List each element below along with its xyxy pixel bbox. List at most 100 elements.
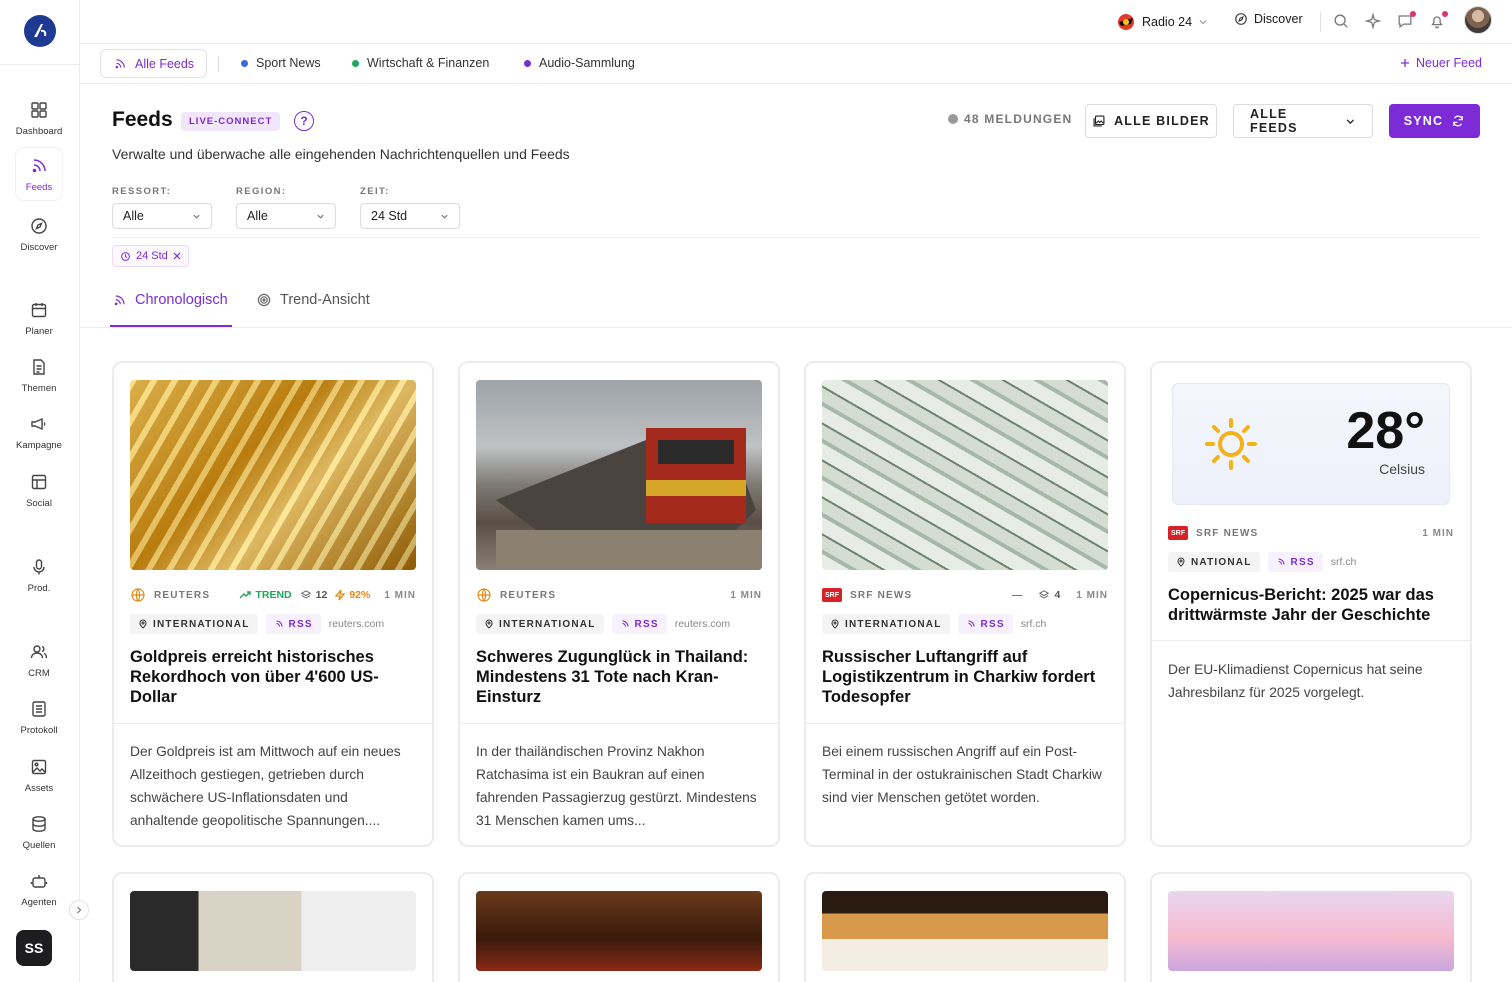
sidebar-item-social[interactable]: Social [16,464,62,518]
top-bar: Radio 24 Discover [80,0,1512,44]
live-connect-badge: LIVE-CONNECT [181,112,281,131]
chevron-down-icon [193,214,200,219]
type-label: RSS [634,618,659,630]
ressort-select[interactable]: Alle [112,203,212,229]
ressort-label: RESSORT: [112,186,172,197]
app-logo[interactable] [24,15,56,47]
discover-label: Discover [1254,12,1303,26]
layout-icon [31,474,47,490]
score-value: 92% [349,589,371,601]
source-name: REUTERS [154,589,211,601]
feed-tabs-bar: Alle Feeds Sport News Wirtschaft & Finan… [80,44,1512,84]
sidebar-item-planer[interactable]: Planer [16,292,62,346]
all-images-button[interactable]: ALLE BILDER [1085,104,1217,138]
feed-tab-audio-sammlung[interactable]: Audio-Sammlung [524,56,635,70]
type-label: RSS [980,618,1005,630]
card-title[interactable]: Russischer Luftangriff auf Logistikzentr… [822,647,1108,707]
station-switcher[interactable]: Radio 24 [1116,12,1208,32]
feed-tab-all[interactable]: Alle Feeds [100,49,208,78]
sidebar-item-label: Kampagne [16,440,62,451]
globe-icon [131,588,145,602]
active-filter-chip[interactable]: 24 Std [112,245,189,267]
chevron-down-icon [1346,118,1355,124]
new-feed-label: Neuer Feed [1415,56,1482,70]
megaphone-icon [31,417,46,431]
card-tags: INTERNATIONAL RSS srf.ch [822,614,1046,634]
region-tag: INTERNATIONAL [130,614,258,634]
zeit-select[interactable]: 24 Std [360,203,460,229]
region-label: INTERNATIONAL [845,618,942,630]
sidebar-item-protokoll[interactable]: Protokoll [16,691,62,745]
rss-icon [114,294,125,305]
sidebar-collapse-button[interactable] [69,900,89,920]
sidebar-item-dashboard[interactable]: Dashboard [16,92,62,146]
user-avatar[interactable] [1464,6,1492,34]
sidebar-item-discover[interactable]: Discover [16,208,62,262]
news-card[interactable] [804,872,1126,982]
news-card[interactable]: SRF SRF NEWS — 4 1 MIN INTERNATIONAL RSS… [804,361,1126,847]
sidebar-item-assets[interactable]: Assets [16,749,62,803]
news-card[interactable]: REUTERS TREND 12 92% 1 MIN INTERNATIONAL [112,361,434,847]
tab-trend-ansicht[interactable]: Trend-Ansicht [256,292,370,308]
srf-logo: SRF [1168,526,1188,540]
help-icon[interactable]: ? [294,111,314,131]
layers-icon [1039,590,1050,599]
feed-tab-label: Sport News [256,56,321,70]
sidebar-item-label: Quellen [22,840,56,851]
news-card[interactable] [112,872,434,982]
feed-tab-sport-news[interactable]: Sport News [241,56,321,70]
close-icon[interactable] [173,252,181,260]
news-image-money [822,380,1108,570]
card-title[interactable]: Goldpreis erreicht historisches Rekordho… [130,647,416,707]
tabs-divider [80,327,1512,328]
region-select[interactable]: Alle [236,203,336,229]
image-icon [31,759,47,775]
rss-icon [621,620,629,627]
feed-color-dot [524,59,531,67]
database-icon [32,816,46,832]
discover-link[interactable]: Discover [1234,12,1303,26]
sidebar-item-agenten[interactable]: Agenten [16,863,62,917]
users-icon [30,645,48,659]
sparkle-icon[interactable] [1364,12,1382,30]
stack-value: 4 [1054,589,1061,601]
sidebar-item-feeds[interactable]: Feeds [16,148,62,200]
feed-tab-label: Alle Feeds [135,56,195,71]
feed-tab-wirtschaft[interactable]: Wirtschaft & Finanzen [352,56,489,70]
user-initials-badge[interactable]: SS [16,930,52,966]
news-image-hall [476,891,762,971]
source-name: SRF NEWS [850,589,913,601]
news-card[interactable]: REUTERS 1 MIN INTERNATIONAL RSS reuters.… [458,361,780,847]
sidebar-item-label: Feeds [25,182,53,193]
sidebar-item-label: Agenten [21,897,57,908]
sidebar-item-themen[interactable]: Themen [16,349,62,403]
card-divider [460,723,778,724]
source-domain: srf.ch [1330,556,1357,568]
card-tags: INTERNATIONAL RSS reuters.com [476,614,730,634]
card-meta: REUTERS 1 MIN [476,587,762,603]
search-icon[interactable] [1332,12,1350,30]
chip-label: 24 Std [136,250,168,262]
tab-chronologisch[interactable]: Chronologisch [112,292,228,308]
trend-badge: TREND [239,589,292,601]
card-title[interactable]: Copernicus-Bericht: 2025 war das drittwä… [1168,585,1454,625]
sidebar-item-kampagne[interactable]: Kampagne [16,406,62,460]
rss-tag: RSS [1267,552,1323,572]
card-title[interactable]: Schweres Zugunglück in Thailand: Mindest… [476,647,762,707]
rss-icon [275,620,283,627]
news-card[interactable] [458,872,780,982]
sidebar-item-crm[interactable]: CRM [16,634,62,688]
region-tag: INTERNATIONAL [476,614,604,634]
tab-label: Chronologisch [135,292,228,308]
new-feed-button[interactable]: Neuer Feed [1400,56,1482,70]
weather-temperature: 28° [1346,402,1425,460]
zeit-value: 24 Std [371,209,408,223]
news-card[interactable] [1150,872,1472,982]
sidebar-item-prod[interactable]: Prod. [16,549,62,603]
sync-button[interactable]: SYNC [1389,104,1480,138]
all-feeds-dropdown[interactable]: ALLE FEEDS [1233,104,1373,138]
robot-icon [30,875,48,888]
news-image-gold [130,380,416,570]
news-card-weather[interactable]: 28° Celsius SRF SRF NEWS 1 MIN NATIONAL … [1150,361,1472,847]
sidebar-item-quellen[interactable]: Quellen [16,806,62,860]
